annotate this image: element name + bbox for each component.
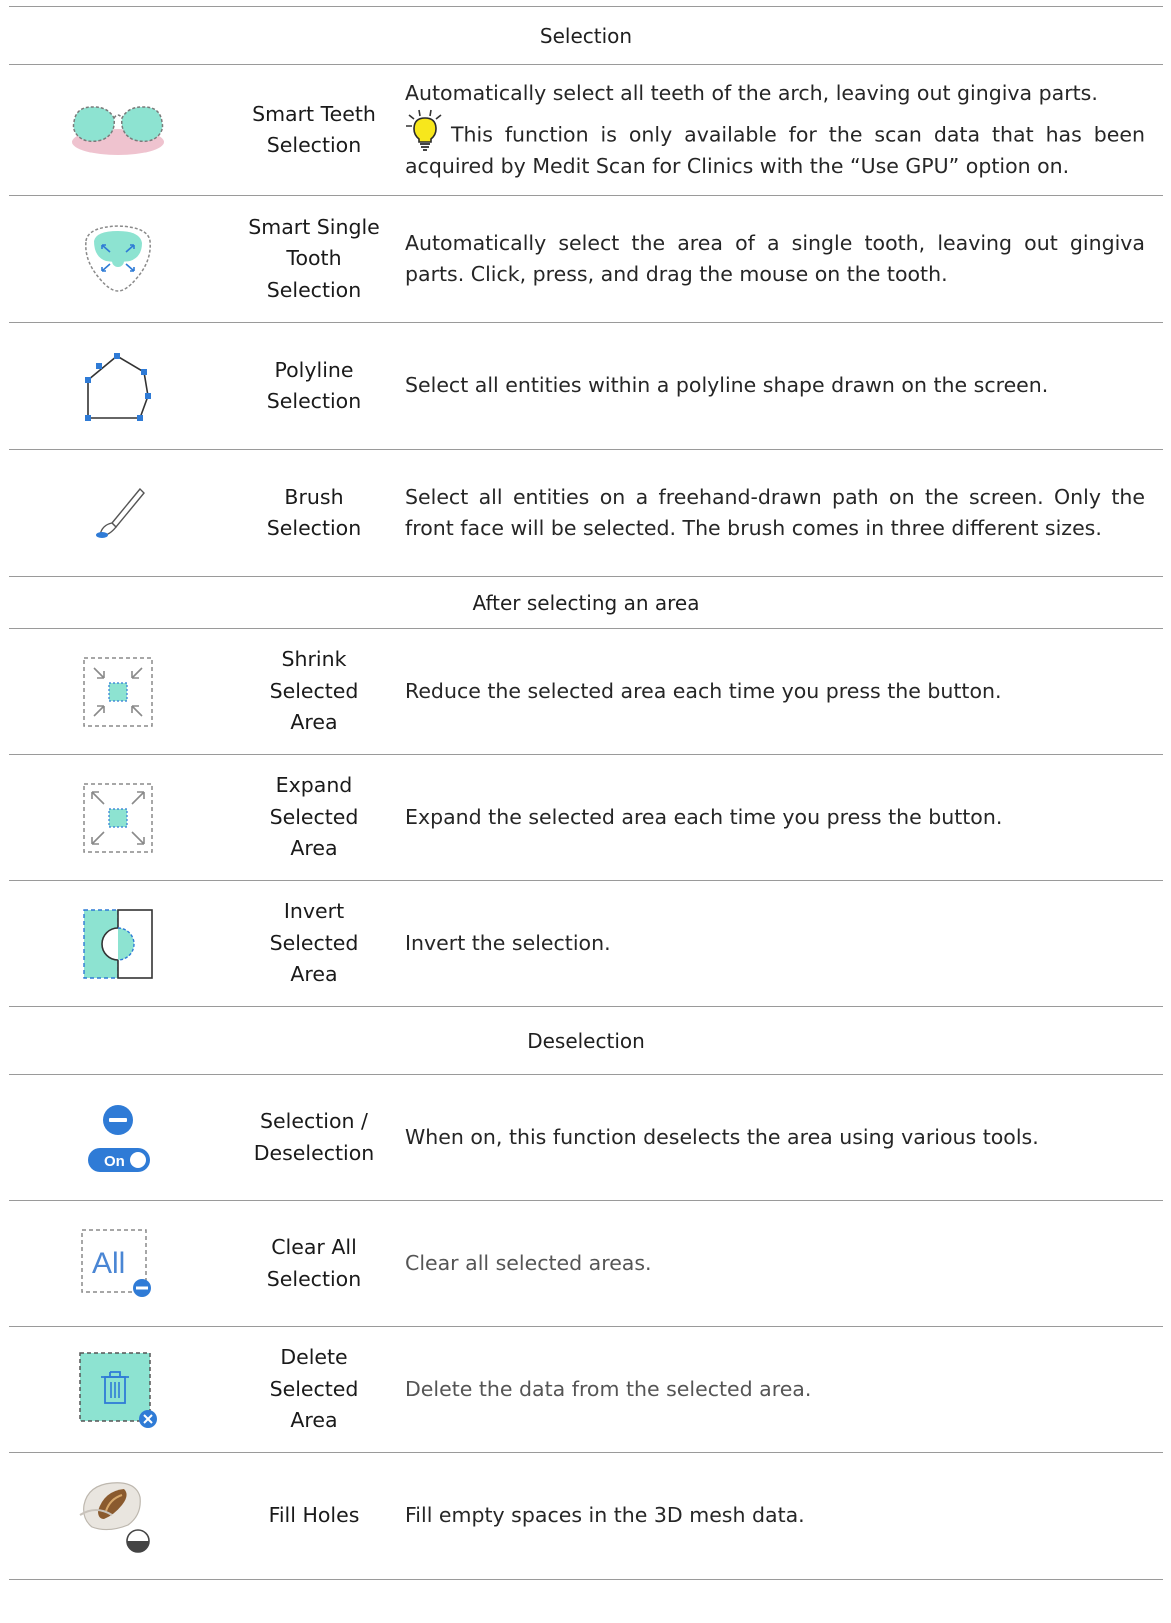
section-title: Deselection	[527, 1028, 645, 1053]
tool-name-line: Selection /	[260, 1109, 368, 1133]
tool-name: Clear All Selection	[227, 1232, 401, 1295]
tool-name-line: Area	[290, 710, 338, 735]
tool-row-smart-teeth-selection: Smart Teeth Selection Automatically sele…	[9, 64, 1163, 195]
tool-name-line: Selected	[269, 678, 359, 703]
icon-cell	[9, 656, 227, 728]
smart-teeth-selection-icon	[72, 106, 164, 155]
tool-description: Invert the selection.	[405, 930, 611, 955]
tool-description: Clear all selected areas.	[405, 1250, 652, 1275]
tool-name-line: Selection	[266, 516, 362, 540]
tool-description: Automatically select the area of a singl…	[405, 230, 1145, 287]
tool-name: Shrink Selected Area	[227, 644, 401, 739]
tool-name-line: Selected	[269, 930, 359, 955]
tool-name: Invert Selected Area	[227, 896, 401, 991]
description-text: Automatically select all teeth of the ar…	[405, 80, 1098, 105]
tool-row-shrink-selected-area: Shrink Selected Area Reduce the selected…	[9, 628, 1163, 754]
tool-name-line: Area	[290, 962, 338, 987]
brush-selection-icon	[96, 487, 145, 538]
invert-selected-area-icon	[83, 908, 153, 979]
tool-name: Selection / Deselection	[227, 1106, 401, 1169]
tool-name-line: Area	[290, 1408, 338, 1433]
tool-row-smart-single-tooth-selection: Smart Single Tooth Selection Automatical…	[9, 195, 1163, 322]
tool-name: Delete Selected Area	[227, 1342, 401, 1437]
fill-holes-icon	[79, 1482, 150, 1553]
tool-name-line: Selected	[269, 804, 359, 829]
delete-selected-area-icon	[79, 1351, 157, 1428]
lightbulb-icon	[405, 109, 445, 151]
tool-name-line: Expand	[275, 773, 353, 798]
tool-name-line: Polyline	[274, 357, 354, 382]
polyline-selection-icon	[85, 353, 151, 421]
clear-all-selection-icon: All	[81, 1228, 151, 1297]
tool-row-clear-all-selection: All Clear All Selection Clear all select…	[9, 1200, 1163, 1326]
tool-name-line: Selection	[266, 1266, 362, 1291]
tool-name-line: Selection	[266, 277, 362, 302]
expand-selected-area-icon	[83, 782, 153, 853]
tool-name-line: Brush	[284, 484, 344, 509]
tool-row-selection-deselection: On Selection / Deselection When on, this…	[9, 1074, 1163, 1200]
tool-name-line: Smart Single	[248, 214, 380, 239]
tool-description: Select all entities within a polyline sh…	[405, 373, 1049, 398]
icon-cell	[9, 348, 227, 424]
smart-single-tooth-selection-icon	[85, 225, 151, 292]
tool-name-line: Shrink	[281, 647, 347, 672]
icon-cell: All	[9, 1228, 227, 1300]
tool-description: Select all entities on a freehand-drawn …	[405, 484, 1145, 541]
section-title: After selecting an area	[472, 590, 700, 615]
tool-name: Smart Single Tooth Selection	[227, 212, 401, 307]
section-header-selection: Selection	[9, 6, 1163, 64]
tool-row-expand-selected-area: Expand Selected Area Expand the selected…	[9, 754, 1163, 880]
tool-name-line: Selected	[269, 1376, 359, 1401]
tool-name-line: Invert	[283, 899, 345, 924]
tool-name-line: Deselection	[253, 1140, 375, 1165]
tool-name: Expand Selected Area	[227, 770, 401, 865]
tool-name-line: Clear All	[271, 1235, 357, 1259]
section-title: Selection	[539, 23, 633, 48]
tool-description: Reduce the selected area each time you p…	[405, 678, 1002, 703]
icon-cell	[9, 483, 227, 543]
tool-name: Smart Teeth Selection	[227, 99, 401, 162]
tool-description: Expand the selected area each time you p…	[405, 804, 1003, 829]
icon-cell	[9, 1351, 227, 1429]
icon-cell	[9, 221, 227, 297]
icon-cell	[9, 782, 227, 854]
tool-row-delete-selected-area: Delete Selected Area Delete the data fro…	[9, 1326, 1163, 1452]
tool-name-line: Area	[290, 836, 338, 861]
icon-cell: On	[9, 1102, 227, 1174]
tool-name-line: Smart Teeth	[252, 101, 376, 126]
tool-description: When on, this function deselects the are…	[405, 1124, 1039, 1149]
tool-name: Fill Holes	[227, 1500, 401, 1532]
section-header-after-selecting: After selecting an area	[9, 576, 1163, 628]
tool-name-line: Fill Holes	[268, 1503, 360, 1528]
toggle-on-label: On	[104, 1153, 125, 1170]
tool-row-invert-selected-area: Invert Selected Area Invert the selectio…	[9, 880, 1163, 1006]
icon-cell	[9, 908, 227, 980]
selection-deselection-toggle-icon: On	[88, 1104, 150, 1172]
icon-cell	[9, 1475, 227, 1557]
tool-row-fill-holes: Fill Holes Fill empty spaces in the 3D m…	[9, 1452, 1163, 1580]
tool-row-polyline-selection: Polyline Selection Select all entities w…	[9, 322, 1163, 449]
tip-note: This function is only available for the …	[405, 109, 1145, 183]
tool-description: Fill empty spaces in the 3D mesh data.	[405, 1503, 805, 1528]
section-header-deselection: Deselection	[9, 1006, 1163, 1074]
tool-name-line: Tooth	[286, 246, 342, 271]
tool-name-line: Selection	[266, 133, 362, 157]
tool-reference-table: Selection Smart Teeth Selection Automati…	[9, 6, 1163, 1580]
tool-name-line: Selection	[266, 389, 362, 413]
tool-name: Brush Selection	[227, 482, 401, 545]
tool-description: Delete the data from the selected area.	[405, 1376, 812, 1401]
all-label: All	[92, 1247, 125, 1280]
shrink-selected-area-icon	[83, 656, 153, 727]
icon-cell	[9, 100, 227, 160]
tool-description: Automatically select all teeth of the ar…	[401, 78, 1145, 183]
tool-name: Polyline Selection	[227, 355, 401, 418]
tool-name-line: Delete	[280, 1345, 348, 1370]
tip-text: This function is only available for the …	[405, 122, 1145, 179]
tool-row-brush-selection: Brush Selection Select all entities on a…	[9, 449, 1163, 576]
